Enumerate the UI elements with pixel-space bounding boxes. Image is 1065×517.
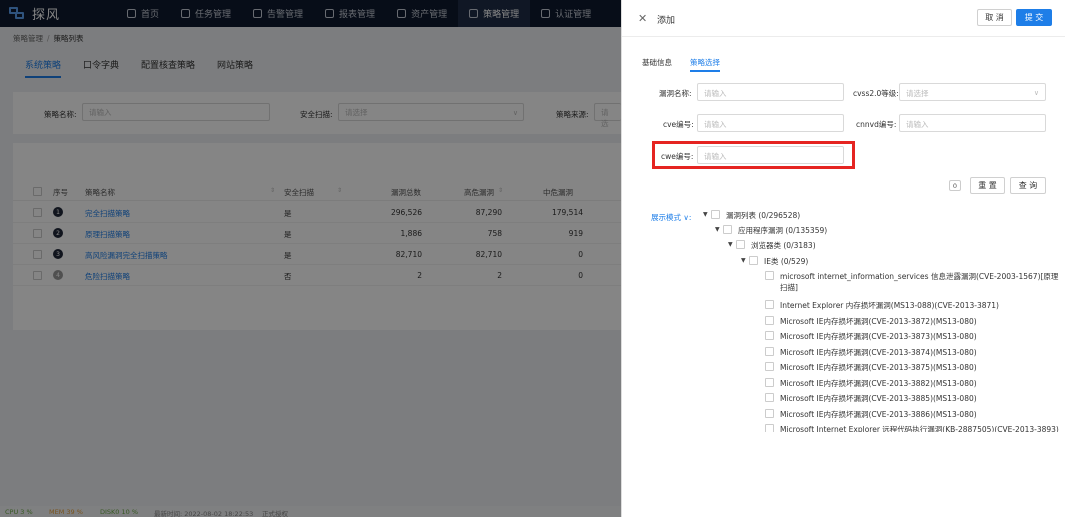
tree-checkbox[interactable]	[723, 225, 732, 234]
tree-checkbox[interactable]	[765, 347, 774, 356]
tree-leaf[interactable]: Microsoft Internet Explorer 远程代码执行漏洞(KB-…	[765, 424, 1059, 432]
tree-leaf[interactable]: Microsoft IE内存损坏漏洞(CVE-2013-3882)(MS13-0…	[765, 378, 977, 389]
highlight-box	[652, 141, 855, 169]
modal-mask[interactable]	[0, 0, 621, 517]
cve-label: cve编号:	[663, 120, 694, 129]
cve-input[interactable]: 请输入	[697, 114, 844, 132]
vuln-tree: ▼ 漏洞列表 (0/296528) ▼ 应用程序漏洞 (0/135359) ▼ 浏览器…	[622, 205, 1065, 432]
tree-checkbox[interactable]	[765, 393, 774, 402]
tree-node[interactable]: ▼ 漏洞列表 (0/296528)	[703, 210, 800, 221]
tree-checkbox[interactable]	[765, 271, 774, 280]
tree-checkbox[interactable]	[765, 378, 774, 387]
tree-checkbox[interactable]	[765, 316, 774, 325]
tree-leaf[interactable]: Microsoft IE内存损坏漏洞(CVE-2013-3872)(MS13-0…	[765, 316, 977, 327]
tree-node[interactable]: ▼ IE类 (0/529)	[741, 256, 808, 267]
tab-basic-info[interactable]: 基础信息	[642, 57, 672, 72]
tree-leaf[interactable]: Microsoft IE内存损坏漏洞(CVE-2013-3873)(MS13-0…	[765, 331, 977, 342]
vuln-name-input[interactable]: 请输入	[697, 83, 844, 101]
drawer-title: 添加	[657, 16, 676, 26]
tree-checkbox[interactable]	[749, 256, 758, 265]
reset-button[interactable]: 重 置	[970, 177, 1005, 194]
tree-leaf[interactable]: Microsoft IE内存损坏漏洞(CVE-2013-3874)(MS13-0…	[765, 347, 977, 358]
query-button[interactable]: 查 询	[1010, 177, 1046, 194]
submit-button[interactable]: 提 交	[1016, 9, 1052, 26]
tree-checkbox[interactable]	[765, 331, 774, 340]
cvss-label: cvss2.0等级:	[853, 89, 899, 98]
tree-checkbox[interactable]	[711, 210, 720, 219]
tree-leaf[interactable]: Microsoft IE内存损坏漏洞(CVE-2013-3885)(MS13-0…	[765, 393, 977, 404]
tree-leaf[interactable]: Microsoft IE内存损坏漏洞(CVE-2013-3875)(MS13-0…	[765, 362, 977, 373]
caret-down-icon[interactable]: ▼	[703, 211, 711, 218]
close-icon[interactable]: ✕	[638, 12, 647, 25]
tree-leaf[interactable]: Microsoft IE内存损坏漏洞(CVE-2013-3886)(MS13-0…	[765, 409, 977, 420]
vuln-name-label: 漏洞名称:	[659, 89, 692, 98]
drawer-tabs: 基础信息 策略选择	[642, 57, 738, 72]
cvss-select[interactable]: 请选择 ∨	[899, 83, 1046, 101]
tree-checkbox[interactable]	[736, 240, 745, 249]
tree-checkbox[interactable]	[765, 362, 774, 371]
tree-node[interactable]: ▼ 浏览器类 (0/3183)	[728, 240, 816, 251]
add-drawer: ✕ 添加 取 消 提 交 基础信息 策略选择 漏洞名称: 请输入 cvss2.0…	[621, 0, 1065, 517]
tree-leaf[interactable]: Internet Explorer 内存损坏漏洞(MS13-088)(CVE-2…	[765, 300, 999, 311]
tree-leaf[interactable]: microsoft internet_information_services …	[765, 271, 1058, 293]
caret-down-icon[interactable]: ▼	[728, 241, 736, 248]
caret-down-icon[interactable]: ▼	[741, 257, 749, 264]
cnnvd-input[interactable]: 请输入	[899, 114, 1046, 132]
cnnvd-label: cnnvd编号:	[856, 120, 897, 129]
caret-down-icon[interactable]: ▼	[715, 226, 723, 233]
chevron-down-icon: ∨	[1033, 89, 1039, 97]
cancel-button[interactable]: 取 消	[977, 9, 1012, 26]
selected-count-badge: 0	[949, 180, 961, 191]
tree-checkbox[interactable]	[765, 409, 774, 418]
tree-node[interactable]: ▼ 应用程序漏洞 (0/135359)	[715, 225, 827, 236]
divider	[622, 36, 1065, 37]
tab-policy-select[interactable]: 策略选择	[690, 57, 720, 72]
tree-checkbox[interactable]	[765, 424, 774, 432]
tree-checkbox[interactable]	[765, 300, 774, 309]
